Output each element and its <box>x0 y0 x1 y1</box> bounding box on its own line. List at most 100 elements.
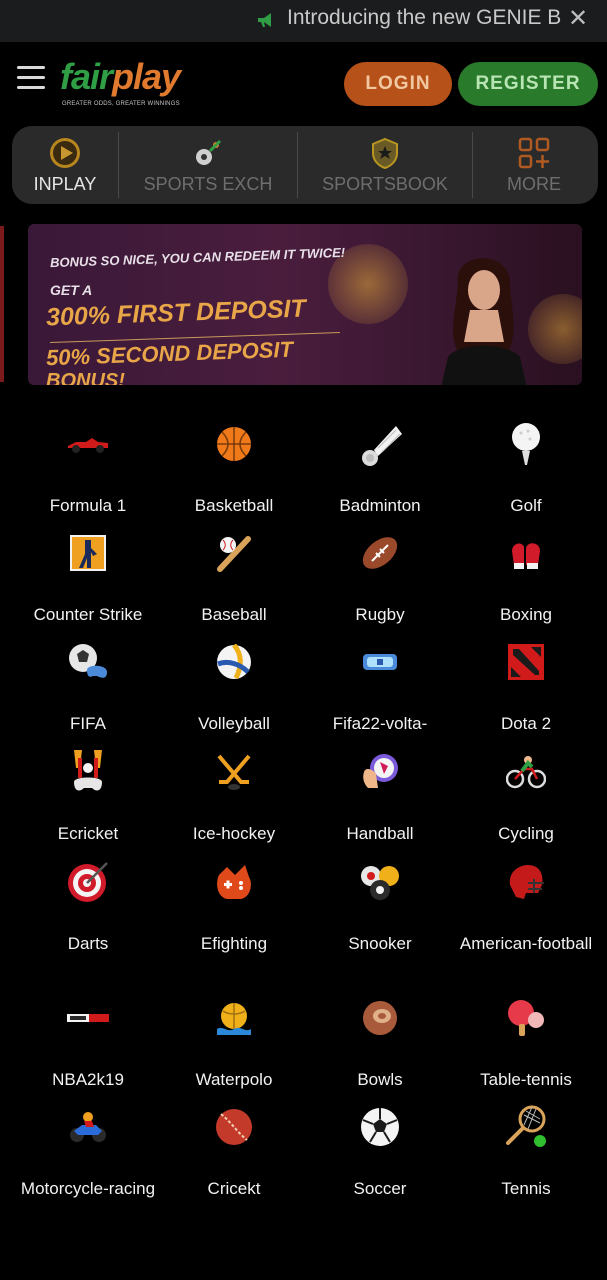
megaphone-icon <box>258 13 271 27</box>
banner-prev-edge <box>0 226 4 382</box>
promo-model-image <box>441 258 527 385</box>
sport-boxing[interactable]: Boxing <box>453 529 599 628</box>
sport-snooker[interactable]: Snooker <box>307 858 453 957</box>
login-button[interactable]: LOGIN <box>344 62 452 106</box>
sport-name: Fifa22-volta- <box>332 714 428 733</box>
race-car-icon <box>68 438 108 453</box>
sport-handball[interactable]: Handball <box>307 748 453 847</box>
sport-tennis[interactable]: Tennis <box>453 1103 599 1202</box>
sport-name: Formula 1 <box>49 496 127 515</box>
basketball-icon <box>217 427 251 461</box>
sport-motorcycle-racing[interactable]: Motorcycle-racing <box>15 1103 161 1202</box>
tab-more-label: MORE <box>507 174 561 194</box>
boxing-glove-icon <box>512 543 540 569</box>
sport-fifa22-volta[interactable]: Fifa22-volta- <box>307 638 453 737</box>
sport-baseball[interactable]: Baseball <box>161 529 307 628</box>
nba2k-icon <box>67 1014 109 1022</box>
golf-ball-icon <box>512 423 540 465</box>
ping-pong-icon <box>508 1000 544 1036</box>
vr-headset-icon <box>363 654 397 670</box>
hamburger-menu-icon[interactable] <box>17 66 47 90</box>
sport-name: Counter Strike <box>33 605 143 624</box>
sport-table-tennis[interactable]: Table-tennis <box>453 994 599 1093</box>
sport-bowls[interactable]: Bowls <box>307 994 453 1093</box>
sport-name: Cycling <box>498 824 554 843</box>
sport-name: Rugby <box>355 605 405 624</box>
volleyball-icon <box>217 644 251 680</box>
sport-rugby[interactable]: Rugby <box>307 529 453 628</box>
soccer-ball-icon <box>361 1108 399 1146</box>
motorcycle-icon <box>70 1112 106 1142</box>
sport-name: American-football <box>459 934 593 953</box>
sport-name: Snooker <box>348 934 412 953</box>
football-helmet-icon <box>509 865 544 899</box>
counter-strike-icon <box>70 535 106 571</box>
promo-banner[interactable]: BONUS SO NICE, YOU CAN REDEEM IT TWICE! … <box>28 224 582 385</box>
fairplay-logo[interactable]: fairplay GREATER ODDS, GREATER WINNINGS <box>60 56 190 112</box>
sport-golf[interactable]: Golf <box>453 420 599 519</box>
cyclist-icon <box>506 756 546 789</box>
sport-cycling[interactable]: Cycling <box>453 748 599 847</box>
sport-name: Bowls <box>357 1070 403 1089</box>
efighting-icon <box>217 865 251 899</box>
sport-name: Dota 2 <box>500 714 552 733</box>
sport-cricket[interactable]: Cricekt <box>161 1103 307 1202</box>
sport-name: Ecricket <box>57 824 119 843</box>
sport-efighting[interactable]: Efighting <box>161 858 307 957</box>
sport-ice-hockey[interactable]: Ice-hockey <box>161 748 307 847</box>
tab-sportsbook-label: SPORTSBOOK <box>322 174 448 194</box>
sport-darts[interactable]: Darts <box>15 858 161 957</box>
grid-plus-icon <box>518 137 550 169</box>
category-nav: INPLAY SPORTS EXCH SPORTSBOOK MORE <box>12 126 598 204</box>
sport-name: Soccer <box>353 1179 407 1198</box>
banner-headline: BONUS SO NICE, YOU CAN REDEEM IT TWICE! <box>49 244 346 271</box>
dota-icon <box>508 644 544 680</box>
sport-name: Cricekt <box>207 1179 261 1198</box>
sport-name: Basketball <box>194 496 274 515</box>
sports-exchange-icon <box>196 139 222 165</box>
site-header: fairplay GREATER ODDS, GREATER WINNINGS … <box>0 42 607 122</box>
sport-name: Motorcycle-racing <box>20 1179 156 1198</box>
sport-name: Volleyball <box>198 714 270 733</box>
tab-inplay[interactable]: INPLAY <box>12 126 118 204</box>
sport-nba2k19[interactable]: NBA2k19 <box>15 994 161 1093</box>
handball-icon <box>363 754 398 788</box>
register-button[interactable]: REGISTER <box>458 62 598 106</box>
baseball-icon <box>217 536 251 572</box>
sport-name: Baseball <box>201 605 267 624</box>
sport-american-football[interactable]: American-football <box>453 858 599 957</box>
rugby-ball-icon <box>362 537 398 569</box>
hockey-sticks-icon <box>217 754 251 790</box>
sport-name: Boxing <box>500 605 552 624</box>
tab-inplay-label: INPLAY <box>33 174 97 194</box>
banner-bonus: BONUS! <box>46 370 125 385</box>
play-icon <box>50 138 80 168</box>
sport-name: Tennis <box>501 1179 551 1198</box>
tab-sports-exch[interactable]: SPORTS EXCH <box>119 126 297 204</box>
sport-name: Table-tennis <box>480 1070 572 1089</box>
close-icon[interactable]: ✕ <box>568 4 588 33</box>
sport-name: Waterpolo <box>195 1070 273 1089</box>
sport-dota-2[interactable]: Dota 2 <box>453 638 599 737</box>
sport-volleyball[interactable]: Volleyball <box>161 638 307 737</box>
fifa-controller-icon <box>69 644 107 678</box>
sport-soccer[interactable]: Soccer <box>307 1103 453 1202</box>
sport-fifa[interactable]: FIFA <box>15 638 161 737</box>
banner-first-deposit: 300% FIRST DEPOSIT <box>45 294 307 332</box>
banner-get-a: GET A <box>50 282 93 298</box>
tab-sportsbook[interactable]: SPORTSBOOK <box>298 126 472 204</box>
sport-formula-1[interactable]: Formula 1 <box>15 420 161 519</box>
sport-name: FIFA <box>70 714 106 733</box>
sport-counter-strike[interactable]: Counter Strike <box>15 529 161 628</box>
sport-name: Ice-hockey <box>192 824 276 843</box>
logo-tagline: GREATER ODDS, GREATER WINNINGS <box>62 101 180 107</box>
tab-more[interactable]: MORE <box>473 126 595 204</box>
sport-badminton[interactable]: Badminton <box>307 420 453 519</box>
bowls-icon <box>363 1001 397 1035</box>
sport-name: Badminton <box>339 496 421 515</box>
announcement-bar: Introducing the new GENIE B ✕ <box>0 0 607 42</box>
sport-basketball[interactable]: Basketball <box>161 420 307 519</box>
sport-waterpolo[interactable]: Waterpolo <box>161 994 307 1093</box>
shuttlecock-icon <box>362 426 402 466</box>
sport-ecricket[interactable]: Ecricket <box>15 748 161 847</box>
